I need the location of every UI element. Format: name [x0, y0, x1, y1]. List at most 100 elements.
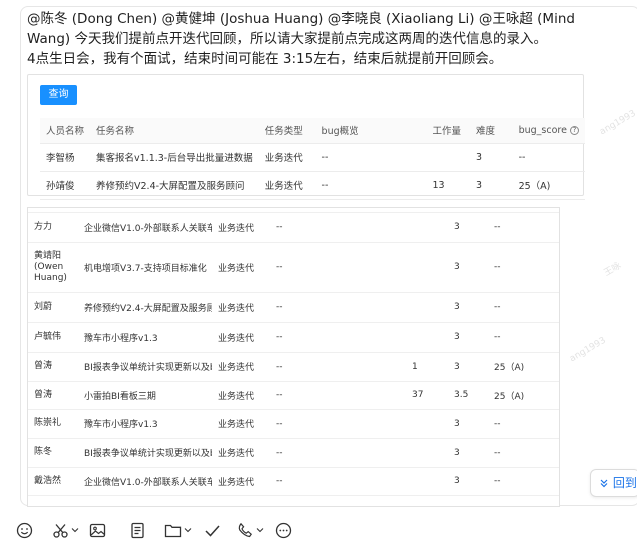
- cell-bug-overview: --: [270, 212, 406, 243]
- cell-person: 方力: [28, 212, 78, 243]
- mention[interactable]: @黄健坤 (Joshua Huang): [162, 11, 324, 27]
- cell-workload: [426, 143, 471, 172]
- column-header: 人员名称: [40, 118, 91, 144]
- cell-person: 曾涛: [28, 381, 78, 410]
- cell-workload: [406, 292, 448, 323]
- table-row: 曾涛 小雷拍BI看板三期 业务迭代 -- 37 3.5 25（A): [28, 381, 559, 410]
- table-row: 陈崇礼 豫车市小程序v1.3 业务迭代 -- 3 --: [28, 409, 559, 439]
- cell-workload: 1: [406, 352, 448, 382]
- cell-workload: 13: [426, 171, 471, 200]
- cell-bug-score: 25（A): [488, 352, 559, 382]
- emoji-button[interactable]: [16, 520, 33, 540]
- cell-task[interactable]: 集客报名v1.1.3-后台导出批量进数据: [90, 143, 259, 172]
- table-row: 黄靖阳 (Owen Huang) 机电增项V3.7-支持项目标准化 业务迭代 -- 3-…: [28, 242, 559, 293]
- mention[interactable]: @李晓良 (Xiaoliang Li): [328, 11, 475, 27]
- cell-task[interactable]: 企业微信V1.0-外部联系人关联车辆: [78, 467, 212, 496]
- column-header: 任务名称: [90, 118, 259, 144]
- emoji-icon: [16, 522, 33, 539]
- chevron-down-icon: [71, 526, 79, 534]
- cell-bug-score: --: [488, 467, 559, 496]
- table-row: 李智杨 集客报名v1.1.3-后台导出批量进数据 业务迭代 -- 3 --: [40, 143, 585, 172]
- cell-person: 刘蔚: [28, 292, 78, 323]
- message-line-3: 4点生日会，我有个面试，结束时间可能在 3:15左右，结束后就提前开回顾会。: [27, 51, 503, 67]
- mention[interactable]: @陈冬 (Dong Chen): [27, 11, 157, 27]
- chevron-down-icon: [256, 526, 264, 534]
- cell-person: 黄靖阳 (Owen Huang): [28, 242, 78, 293]
- iteration-table-bottom: 方力 企业微信V1.0-外部联系人关联车辆 业务迭代 -- 3 -- 黄靖阳 (Owen H…: [28, 208, 559, 496]
- query-button[interactable]: 查询: [40, 85, 77, 105]
- cell-task[interactable]: 养修预约V2.4-大屏配置及服务顾问: [90, 171, 259, 200]
- chevron-down-icon: [184, 526, 192, 534]
- cell-workload: [406, 438, 448, 468]
- help-icon[interactable]: ?: [569, 125, 579, 135]
- cell-difficulty: 3.5: [448, 381, 488, 410]
- column-header: 难度: [470, 118, 513, 144]
- cell-task-type: 业务迭代: [212, 352, 270, 382]
- screenshot-button[interactable]: [52, 520, 79, 540]
- cell-person: 陈崇礼: [28, 409, 78, 439]
- folder-icon: [164, 522, 182, 539]
- cell-task[interactable]: 小雷拍BI看板三期: [78, 381, 212, 410]
- cell-difficulty: 3: [448, 352, 488, 382]
- cell-bug-score: 25（A): [512, 171, 585, 200]
- screenshot-card-bottom: 方力 企业微信V1.0-外部联系人关联车辆 业务迭代 -- 3 -- 黄靖阳 (Owen H…: [27, 207, 560, 507]
- cell-task[interactable]: 机电增项V3.7-支持项目标准化: [78, 242, 212, 293]
- cell-bug-score: --: [512, 143, 585, 172]
- table-row: 孙靖俊 养修预约V2.4-大屏配置及服务顾问 业务迭代 -- 13 3 25（A): [40, 171, 585, 200]
- cell-person: 戴浩然: [28, 467, 78, 496]
- cell-bug-overview: --: [270, 467, 406, 496]
- cell-workload: [406, 467, 448, 496]
- column-header: bug概览: [315, 118, 427, 144]
- cell-person: 陈冬: [28, 438, 78, 468]
- column-header: 任务类型: [258, 118, 316, 144]
- cell-bug-overview: --: [315, 171, 427, 200]
- cell-task-type: 业务迭代: [212, 409, 270, 439]
- screenshot-card-top: 查询 人员名称 任务名称 任务类型 bug概览 工作量 难度 bug_score…: [27, 74, 585, 200]
- message-line-2: Wang) 今天我们提前点开迭代回顾，所以请大家提前点完成这两周的迭代信息的录入…: [27, 31, 547, 47]
- cell-bug-overview: --: [270, 292, 406, 323]
- cell-bug-score: --: [488, 242, 559, 293]
- document-button[interactable]: [129, 520, 146, 540]
- cell-task[interactable]: BI报表争议单统计实现更新以及bi报: [78, 352, 212, 382]
- cell-bug-overview: --: [270, 242, 406, 293]
- cell-difficulty: 3: [448, 467, 488, 496]
- cell-bug-score: --: [488, 409, 559, 439]
- cell-person: 李智杨: [40, 143, 91, 172]
- table-row: 方力 企业微信V1.0-外部联系人关联车辆 业务迭代 -- 3 --: [28, 212, 559, 243]
- check-button[interactable]: [204, 520, 221, 540]
- more-button[interactable]: [275, 520, 292, 540]
- cell-task-type: 业务迭代: [212, 242, 270, 293]
- table-row: 陈冬BI报表争议单统计实现更新以及bi报业务迭代--3--: [28, 438, 559, 468]
- call-button[interactable]: [237, 520, 264, 540]
- table-header-row: 人员名称 任务名称 任务类型 bug概览 工作量 难度 bug_score ?: [40, 118, 585, 144]
- cell-workload: 37: [406, 381, 448, 410]
- cell-task[interactable]: 企业微信V1.0-外部联系人关联车辆: [78, 212, 212, 243]
- back-to-bottom-button[interactable]: 回到: [590, 469, 637, 497]
- phone-icon: [237, 522, 254, 539]
- message-line-1: @陈冬 (Dong Chen) @黄健坤 (Joshua Huang) @李晓良…: [27, 9, 612, 29]
- cell-task-type: 业务迭代: [212, 467, 270, 496]
- cell-difficulty: 3: [448, 409, 488, 439]
- cell-task[interactable]: 养修预约V2.4-大屏配置及服务顾问: [78, 292, 212, 323]
- mention[interactable]: @王咏超 (Mind: [479, 11, 575, 27]
- cell-task[interactable]: BI报表争议单统计实现更新以及bi报: [78, 438, 212, 468]
- scissors-icon: [52, 522, 69, 539]
- image-button[interactable]: [89, 520, 106, 540]
- cell-task-type: 业务迭代: [212, 381, 270, 410]
- input-toolbar: [0, 517, 637, 543]
- cell-task[interactable]: 豫车市小程序v1.3: [78, 409, 212, 439]
- cell-bug-score: 25（A): [488, 381, 559, 410]
- cell-bug-score: --: [488, 322, 559, 353]
- cell-difficulty: 3: [448, 438, 488, 468]
- cell-difficulty: 3: [448, 292, 488, 323]
- cell-difficulty: 3: [448, 212, 488, 243]
- back-button-label: 回到: [612, 476, 637, 490]
- cell-difficulty: 3: [470, 143, 513, 172]
- cell-task[interactable]: 豫车市小程序v1.3: [78, 322, 212, 353]
- iteration-table-top: 人员名称 任务名称 任务类型 bug概览 工作量 难度 bug_score ? …: [40, 118, 585, 200]
- cell-bug-overview: --: [315, 143, 427, 172]
- cell-person: 孙靖俊: [40, 171, 91, 200]
- cell-task-type: 业务迭代: [212, 438, 270, 468]
- folder-button[interactable]: [164, 520, 192, 540]
- chevrons-down-icon: [599, 476, 613, 490]
